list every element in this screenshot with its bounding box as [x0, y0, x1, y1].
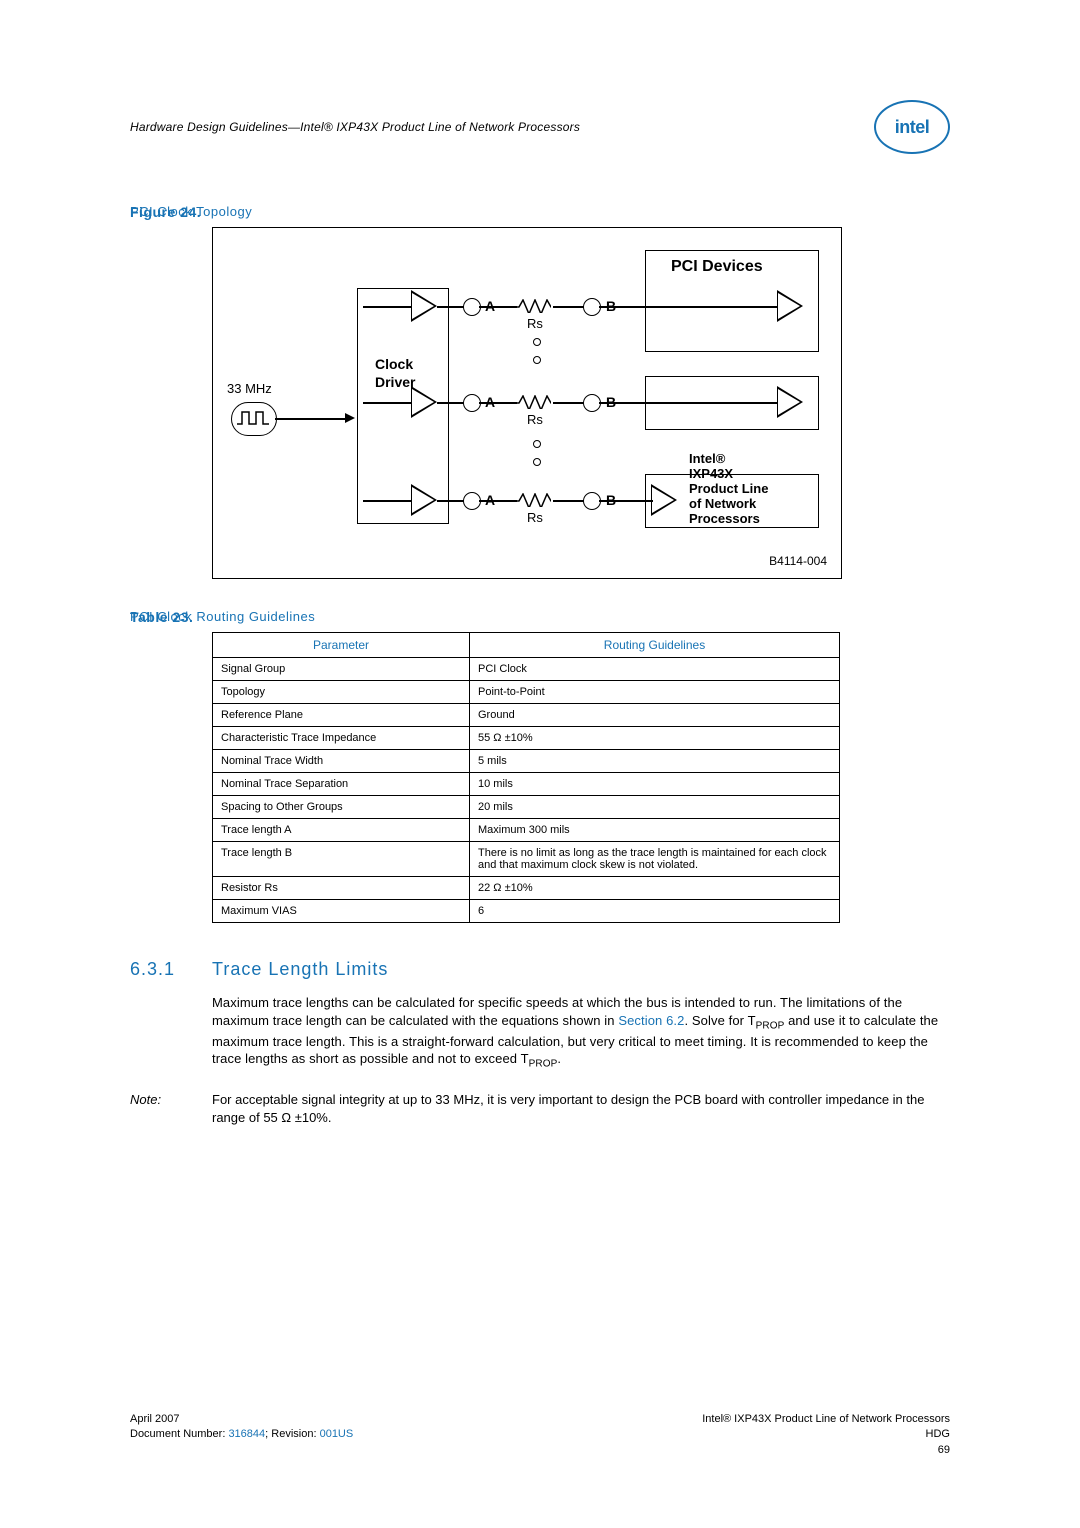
- wire: [437, 402, 465, 404]
- pulse-icon: [237, 410, 271, 428]
- section-title: Trace Length Limits: [212, 959, 388, 980]
- section-link[interactable]: Section 6.2: [618, 1013, 684, 1028]
- figure-code: B4114-004: [769, 554, 827, 568]
- figure-caption: Figure 24. PCI Clock Topology: [130, 204, 950, 219]
- resistor-icon: [515, 395, 551, 409]
- dot-icon: [533, 338, 541, 346]
- wire: [363, 306, 411, 308]
- wire: [651, 306, 777, 308]
- resistor-icon: [515, 493, 551, 507]
- chip-l5: Processors: [689, 511, 760, 526]
- pci-devices-label: PCI Devices: [671, 258, 763, 276]
- table-label: Table 23.: [130, 609, 193, 625]
- page-footer: April 2007 Document Number: 316844; Revi…: [130, 1412, 950, 1458]
- resistor-icon: [515, 299, 551, 313]
- wire: [599, 306, 653, 308]
- section-heading: 6.3.1 Trace Length Limits: [130, 959, 950, 980]
- table-caption: Table 23. PCI Clock Routing Guidelines: [130, 609, 950, 624]
- table-row: Signal GroupPCI Clock: [213, 658, 840, 681]
- header-title: Hardware Design Guidelines—Intel® IXP43X…: [130, 120, 580, 134]
- footer-left: April 2007 Document Number: 316844; Revi…: [130, 1412, 353, 1458]
- wire: [275, 418, 347, 420]
- page-header: Hardware Design Guidelines—Intel® IXP43X…: [130, 100, 950, 154]
- table-row: Spacing to Other Groups20 mils: [213, 796, 840, 819]
- buffer-icon: [411, 290, 437, 322]
- table-row: Trace length AMaximum 300 mils: [213, 819, 840, 842]
- routing-table: Parameter Routing Guidelines Signal Grou…: [212, 632, 840, 923]
- arrow-icon: [345, 413, 355, 423]
- wire: [479, 306, 517, 308]
- table-row: Nominal Trace Width5 mils: [213, 750, 840, 773]
- label-Rs: Rs: [527, 510, 543, 525]
- wire: [479, 402, 517, 404]
- clock-driver-l1: Clock: [375, 356, 413, 372]
- note-label: Note:: [130, 1091, 212, 1126]
- col-guideline: Routing Guidelines: [470, 633, 840, 658]
- doc-number: 316844: [228, 1428, 265, 1440]
- wire: [479, 500, 517, 502]
- dot-icon: [533, 356, 541, 364]
- freq-label: 33 MHz: [227, 381, 272, 396]
- wire: [363, 402, 411, 404]
- wire: [553, 306, 585, 308]
- footer-right: Intel® IXP43X Product Line of Network Pr…: [702, 1412, 950, 1458]
- table-row: Nominal Trace Separation10 mils: [213, 773, 840, 796]
- figure-label: Figure 24.: [130, 204, 201, 220]
- wire: [651, 402, 777, 404]
- table-row: Resistor Rs22 Ω ±10%: [213, 877, 840, 900]
- intel-logo-text: intel: [895, 117, 930, 138]
- buffer-icon: [411, 484, 437, 516]
- table-row: Characteristic Trace Impedance55 Ω ±10%: [213, 727, 840, 750]
- note-body: For acceptable signal integrity at up to…: [212, 1091, 950, 1126]
- dot-icon: [533, 440, 541, 448]
- section-number: 6.3.1: [130, 959, 212, 980]
- buffer-icon: [777, 290, 803, 322]
- chip-l4: of Network: [689, 496, 756, 511]
- wire: [437, 306, 465, 308]
- section-paragraph: Maximum trace lengths can be calculated …: [212, 994, 950, 1071]
- wire: [363, 500, 411, 502]
- buffer-icon: [777, 386, 803, 418]
- table-row: Trace length BThere is no limit as long …: [213, 842, 840, 877]
- wire: [437, 500, 465, 502]
- note-row: Note: For acceptable signal integrity at…: [130, 1091, 950, 1126]
- wire: [649, 500, 653, 502]
- chip-l1: Intel®: [689, 451, 725, 466]
- buffer-icon: [411, 386, 437, 418]
- table-row: TopologyPoint-to-Point: [213, 681, 840, 704]
- intel-logo: intel: [874, 100, 950, 154]
- col-param: Parameter: [213, 633, 470, 658]
- table-row: Maximum VIAS6: [213, 900, 840, 923]
- figure-24: PCI Devices Clock Driver 33 MHz: [212, 227, 842, 579]
- dot-icon: [533, 458, 541, 466]
- table-row: Reference PlaneGround: [213, 704, 840, 727]
- wire: [553, 500, 585, 502]
- label-Rs: Rs: [527, 316, 543, 331]
- buffer-icon: [651, 484, 677, 516]
- label-Rs: Rs: [527, 412, 543, 427]
- revision: 001US: [320, 1428, 354, 1440]
- clock-driver-l2: Driver: [375, 374, 415, 390]
- chip-l3: Product Line: [689, 481, 768, 496]
- page: Hardware Design Guidelines—Intel® IXP43X…: [0, 0, 1080, 1528]
- chip-l2: IXP43X: [689, 466, 733, 481]
- wire: [553, 402, 585, 404]
